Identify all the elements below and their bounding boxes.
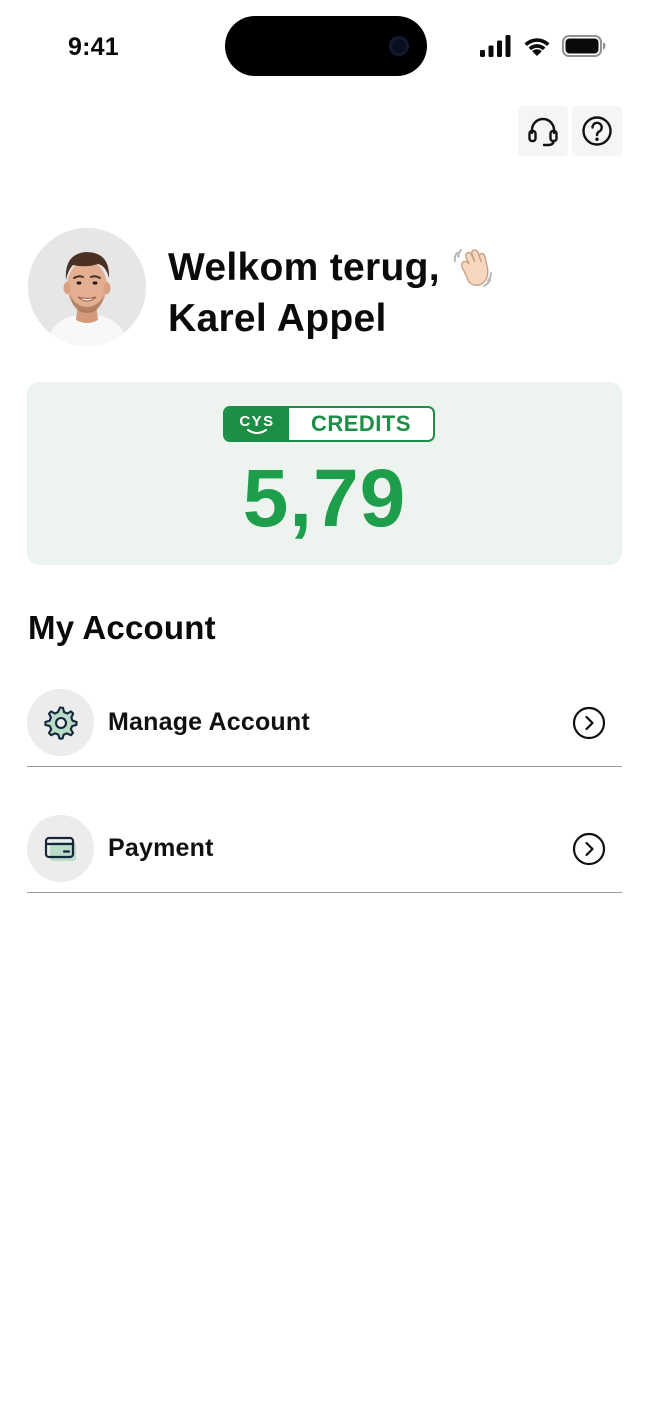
manage-account-item[interactable]: Manage Account <box>27 679 622 767</box>
welcome-section: Welkom terug, Karel Appel <box>28 228 622 348</box>
manage-account-icon-wrap <box>27 689 94 756</box>
dynamic-island <box>225 16 427 76</box>
credits-label: CREDITS <box>310 411 412 436</box>
user-name: Karel Appel <box>168 297 387 340</box>
payment-chevron <box>572 832 606 866</box>
greeting-line-1: Welkom terug, <box>168 242 496 293</box>
credits-card[interactable]: CYS CREDITS 5,79 <box>27 382 622 565</box>
payment-label: Payment <box>108 834 214 862</box>
wifi-icon <box>524 38 550 56</box>
camera-icon <box>389 36 409 56</box>
payment-icon-wrap <box>27 815 94 882</box>
manage-account-label: Manage Account <box>108 708 310 736</box>
help-button[interactable] <box>572 106 622 156</box>
greeting: Welkom terug, Karel Appel <box>168 242 496 344</box>
signal-icon <box>480 35 511 57</box>
help-icon <box>582 116 612 146</box>
headset-icon <box>528 117 558 147</box>
battery-icon <box>562 35 606 57</box>
credit-card-icon <box>44 836 76 861</box>
avatar-portrait <box>28 228 146 346</box>
greeting-line-2: Karel Appel <box>168 293 496 344</box>
credits-badge: CYS CREDITS <box>223 406 435 442</box>
credits-value: 5,79 <box>242 453 407 544</box>
support-button[interactable] <box>518 106 568 156</box>
status-time: 9:41 <box>68 33 119 61</box>
payment-item[interactable]: Payment <box>27 805 622 893</box>
logo-smile-icon <box>247 428 267 434</box>
gear-icon <box>43 705 78 740</box>
greeting-text: Welkom terug, <box>168 246 440 289</box>
top-actions <box>518 106 622 156</box>
manage-account-chevron <box>572 706 606 740</box>
waving-hand-icon <box>453 248 492 287</box>
chevron-right-circle-icon <box>572 832 606 865</box>
section-title: My Account <box>28 609 216 646</box>
avatar[interactable] <box>28 228 146 346</box>
chevron-right-circle-icon <box>572 706 606 739</box>
cys-logo: CYS <box>225 408 289 440</box>
logo-text: CYS <box>239 412 275 430</box>
status-bar: 9:41 <box>0 0 650 96</box>
status-icons <box>480 33 606 59</box>
